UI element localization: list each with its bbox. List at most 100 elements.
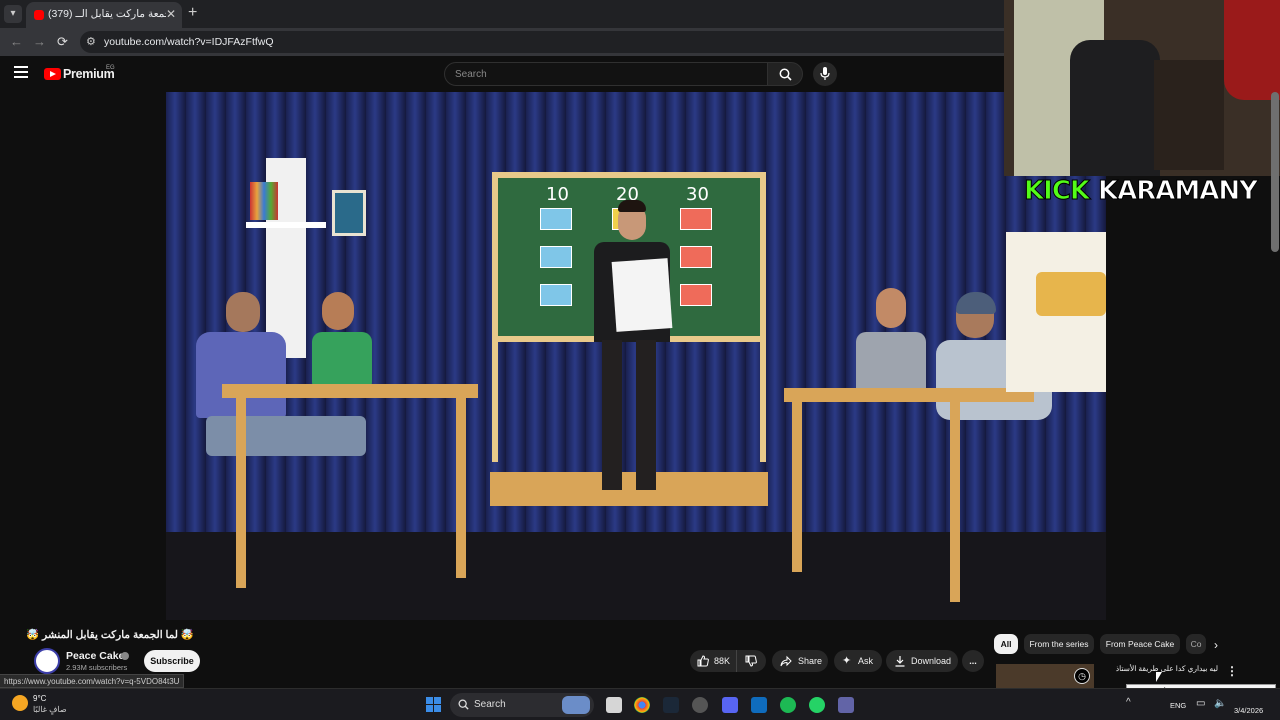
youtube-logo-icon[interactable]	[44, 68, 61, 80]
back-icon[interactable]: ←	[10, 34, 23, 49]
share-icon	[780, 655, 792, 667]
curtain-fold	[466, 92, 486, 552]
curtain-fold	[386, 92, 406, 552]
curtain-fold	[406, 92, 426, 552]
streamer-name: KARAMANY	[1098, 176, 1259, 207]
desk-right-leg	[792, 402, 802, 572]
curtain-fold	[806, 92, 826, 552]
tab-list-button[interactable]: ▾	[4, 5, 22, 23]
board-card	[540, 246, 572, 268]
task-view-icon[interactable]	[606, 697, 622, 713]
country-code: EG	[106, 65, 115, 71]
sparkle-icon: ✦	[842, 655, 852, 667]
curtain-fold	[826, 92, 846, 552]
windows-start-icon[interactable]	[426, 697, 442, 713]
recommended-menu-icon[interactable]: ⋮	[1226, 664, 1238, 678]
channel-avatar[interactable]	[34, 648, 60, 674]
board-card	[680, 284, 712, 306]
streamer-webcam	[1004, 0, 1280, 176]
curtain-fold	[846, 92, 866, 552]
kick-logo-text: KICK	[1023, 176, 1090, 207]
ask-label: Ask	[858, 656, 874, 666]
forward-icon[interactable]: →	[33, 34, 46, 49]
like-button[interactable]: 88K	[690, 650, 742, 672]
app-icon[interactable]	[692, 697, 708, 713]
subscribe-button[interactable]: Subscribe	[144, 650, 200, 672]
taskbar-search[interactable]: Search	[450, 693, 594, 717]
share-label: Share	[798, 656, 823, 666]
kick-channel-banner: KICK KARAMANY	[1020, 176, 1270, 208]
easel-poster	[1006, 232, 1106, 392]
network-icon[interactable]: ▭	[1196, 698, 1205, 709]
hamburger-menu-icon[interactable]	[14, 66, 28, 78]
board-card	[680, 246, 712, 268]
spotify-icon[interactable]	[780, 697, 796, 713]
page-scrollbar[interactable]	[1271, 92, 1279, 252]
board-number: 10	[546, 184, 569, 205]
board-card	[680, 208, 712, 230]
chip-from-series[interactable]: From the series	[1024, 634, 1094, 654]
chevron-right-icon[interactable]: ›	[1214, 638, 1218, 652]
whatsapp-icon[interactable]	[809, 697, 825, 713]
curtain-fold	[366, 92, 386, 552]
channel-name-link[interactable]: Peace Cake	[66, 650, 124, 662]
status-bar-url: https://www.youtube.com/watch?v=q-5VDO84…	[0, 674, 185, 688]
download-button[interactable]: Download	[886, 650, 958, 672]
site-info-icon[interactable]: ⚙	[86, 35, 96, 48]
ask-button[interactable]: ✦ Ask	[834, 650, 882, 672]
voice-search-button[interactable]	[813, 62, 837, 86]
thumbs-down-icon	[745, 655, 757, 667]
curtain-fold	[766, 92, 786, 552]
watch-later-icon[interactable]: ◷	[1074, 668, 1090, 684]
board-card	[540, 208, 572, 230]
tab-close-icon[interactable]: ✕	[166, 7, 176, 21]
mouse-cursor-icon	[1156, 672, 1162, 682]
subscriber-count: 2.93M subscribers	[66, 663, 128, 672]
weather-icon[interactable]	[12, 695, 28, 711]
board-base	[490, 472, 768, 506]
tray-overflow-icon[interactable]: ^	[1126, 697, 1131, 708]
like-count: 88K	[714, 656, 731, 666]
reload-icon[interactable]: ⟳	[57, 34, 68, 50]
board-number: 30	[686, 184, 709, 205]
windows-taskbar: 9°C صافٍ غالبًا Search ^ ENG ▭ 🔈 3/4/202…	[0, 688, 1280, 720]
share-button[interactable]: Share	[772, 650, 828, 672]
chip-all[interactable]: All	[994, 634, 1018, 654]
new-tab-icon[interactable]: +	[188, 4, 197, 22]
desk-left-leg	[456, 398, 466, 578]
more-actions-button[interactable]: ...	[962, 650, 984, 672]
weather-temperature[interactable]: 9°C	[33, 694, 46, 703]
chip-more[interactable]: Co	[1186, 634, 1206, 654]
youtube-favicon-icon	[34, 10, 44, 20]
video-title: 🤯 لما الجمعة ماركت يقابل المنشر 🤯	[26, 629, 194, 641]
teams-icon[interactable]	[838, 697, 854, 713]
browser-tab[interactable]: (379) لما الجمعة ماركت يقابل الــ ✕	[26, 2, 182, 28]
desk-left-top	[222, 384, 478, 398]
stage-floor	[166, 532, 1106, 620]
search-highlight-icon	[562, 696, 590, 714]
search-button[interactable]	[767, 62, 803, 86]
steam-icon[interactable]	[663, 697, 679, 713]
curtain-fold	[926, 92, 946, 552]
weather-description[interactable]: صافٍ غالبًا	[33, 705, 67, 714]
dislike-button[interactable]	[736, 650, 766, 672]
clock-date[interactable]: 3/4/2026	[1234, 706, 1263, 715]
input-language[interactable]: ENG	[1170, 701, 1186, 710]
volume-icon[interactable]: 🔈	[1214, 698, 1226, 709]
search-icon	[458, 699, 469, 710]
curtain-fold	[206, 92, 226, 552]
chrome-icon[interactable]	[634, 697, 650, 713]
curtain-fold	[186, 92, 206, 552]
mail-icon[interactable]	[751, 697, 767, 713]
discord-icon[interactable]	[722, 697, 738, 713]
board-card	[540, 284, 572, 306]
download-label: Download	[911, 656, 952, 666]
microphone-icon	[820, 67, 830, 80]
video-player[interactable]: 10 20 30	[166, 92, 1106, 620]
chip-from-channel[interactable]: From Peace Cake	[1100, 634, 1180, 654]
thumbs-up-icon	[697, 655, 709, 667]
curtain-fold	[906, 92, 926, 552]
verified-badge-icon	[121, 652, 129, 660]
search-input[interactable]: Search	[444, 62, 768, 86]
url-text: youtube.com/watch?v=IDJFAzFtfwQ	[104, 36, 274, 48]
